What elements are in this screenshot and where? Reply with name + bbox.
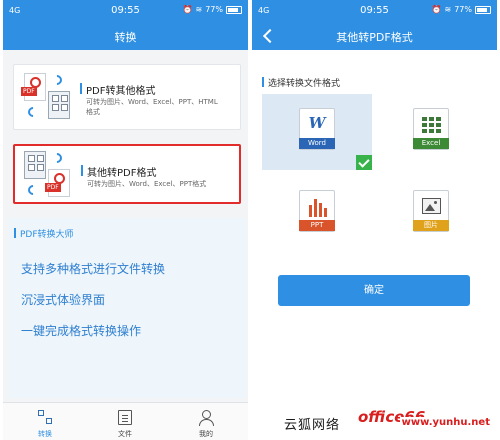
section-accent-bar xyxy=(262,77,264,87)
feature-item: 沉浸式体验界面 xyxy=(21,293,106,307)
selected-check-icon xyxy=(356,155,372,170)
battery-icon xyxy=(226,5,242,14)
card-title: 其他转PDF格式 xyxy=(87,168,157,179)
battery-icon xyxy=(475,5,491,14)
feature-item: 一键完成格式转换操作 xyxy=(21,324,142,338)
tab-label: 我的 xyxy=(199,430,213,438)
title-accent-bar xyxy=(81,165,83,176)
format-label: Word xyxy=(299,138,335,149)
tab-mine[interactable]: 我的 xyxy=(186,407,226,439)
watermark-url: www.yunhu.net xyxy=(399,417,492,428)
format-label: 图片 xyxy=(413,220,449,231)
bottom-tab-bar: 转换 文件 我的 xyxy=(3,402,248,440)
word-icon: W Word xyxy=(299,108,335,150)
pdf-tag: PDF xyxy=(45,183,61,192)
tab-label: 文件 xyxy=(118,430,132,438)
watermark: 云狐网络 office66 www.yunhu.net xyxy=(280,408,494,436)
intro-section: PDF转换大师 支持多种格式进行文件转换 沉浸式体验界面 一键完成格式转换操作 xyxy=(8,218,246,398)
phone-screen-other-to-pdf: 4G 09:55 ⏰ ≋ 77% 其他转PDF格式 选择转换文件格式 W Wor… xyxy=(252,0,497,440)
wifi-icon: ≋ xyxy=(444,5,452,14)
alarm-icon: ⏰ xyxy=(431,5,442,14)
format-option-image[interactable]: 图片 xyxy=(376,176,486,252)
nav-bar: 其他转PDF格式 xyxy=(252,22,497,50)
card-description: 可转为图片、Word、Excel、PPT格式 xyxy=(87,180,207,188)
feature-item: 支持多种格式进行文件转换 xyxy=(21,262,166,276)
page-title: 其他转PDF格式 xyxy=(336,31,413,44)
nav-bar: 转换 xyxy=(3,22,248,50)
wifi-icon: ≋ xyxy=(195,5,203,14)
page-title: 转换 xyxy=(114,31,137,44)
format-option-word[interactable]: W Word xyxy=(262,94,372,170)
card-description: 可转为图片、Word、Excel、PPT、HTML xyxy=(86,98,218,106)
title-accent-bar xyxy=(80,83,82,94)
doc-to-pdf-icon: PDF xyxy=(22,150,74,199)
user-icon xyxy=(199,410,214,426)
battery-percent: 77% xyxy=(205,5,223,14)
confirm-button[interactable]: 确定 xyxy=(278,275,470,306)
format-section-title: 选择转换文件格式 xyxy=(268,79,341,89)
card-pdf-to-other-formats[interactable]: PDF PDF转其他格式 可转为图片、Word、Excel、PPT、HTML 格… xyxy=(13,64,241,130)
status-bar: 4G 09:55 ⏰ ≋ 77% xyxy=(252,0,497,22)
tab-convert[interactable]: 转换 xyxy=(25,407,65,439)
status-right: ⏰ ≋ 77% xyxy=(432,5,491,14)
image-icon: 图片 xyxy=(413,190,449,232)
ppt-icon: PPT xyxy=(299,190,335,232)
card-description-line2: 格式 xyxy=(86,108,100,116)
format-option-excel[interactable]: Excel xyxy=(376,94,486,170)
alarm-icon: ⏰ xyxy=(182,5,193,14)
file-icon xyxy=(118,410,132,425)
format-label: PPT xyxy=(299,220,335,231)
pdf-tag: PDF xyxy=(21,87,37,96)
watermark-text: 云狐网络 xyxy=(284,418,341,433)
convert-icon xyxy=(38,410,52,425)
tab-file[interactable]: 文件 xyxy=(105,407,145,439)
card-title: PDF转其他格式 xyxy=(86,86,156,97)
status-bar: 4G 09:55 ⏰ ≋ 77% xyxy=(3,0,248,22)
section-accent-bar xyxy=(14,228,16,238)
status-right: ⏰ ≋ 77% xyxy=(183,5,242,14)
format-label: Excel xyxy=(413,138,449,149)
tab-label: 转换 xyxy=(38,430,52,438)
section-title: PDF转换大师 xyxy=(20,230,74,240)
card-other-to-pdf[interactable]: PDF 其他转PDF格式 可转为图片、Word、Excel、PPT格式 xyxy=(13,144,241,204)
excel-icon: Excel xyxy=(413,108,449,150)
phone-screen-convert: 4G 09:55 ⏰ ≋ 77% 转换 PDF PDF转其他格式 可转为图片、W… xyxy=(3,0,248,440)
battery-percent: 77% xyxy=(454,5,472,14)
format-option-ppt[interactable]: PPT xyxy=(262,176,372,252)
pdf-to-doc-icon: PDF xyxy=(21,72,74,121)
